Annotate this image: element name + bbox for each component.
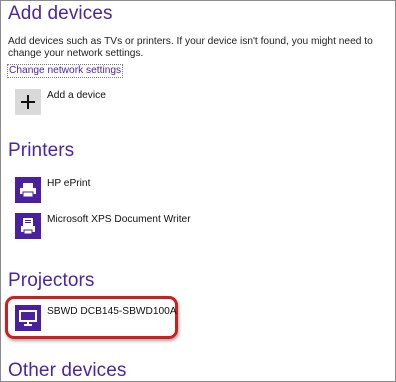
- add-devices-heading: Add devices: [8, 3, 113, 24]
- printer-label: Microsoft XPS Document Writer: [47, 213, 191, 225]
- plus-icon: [15, 89, 41, 115]
- printer-label: HP ePrint: [47, 177, 91, 189]
- projector-item[interactable]: SBWD DCB145-SBWD100A: [15, 305, 177, 331]
- printer-icon: [15, 177, 41, 203]
- document-writer-icon: [15, 213, 41, 239]
- change-network-settings-link[interactable]: Change network settings: [7, 64, 124, 78]
- add-device-button[interactable]: Add a device: [15, 89, 106, 115]
- other-devices-heading: Other devices: [8, 360, 127, 381]
- printer-item-xps-writer[interactable]: Microsoft XPS Document Writer: [15, 213, 191, 239]
- add-devices-description: Add devices such as TVs or printers. If …: [8, 36, 373, 59]
- add-device-label: Add a device: [47, 89, 106, 101]
- monitor-icon: [15, 305, 41, 331]
- projector-label: SBWD DCB145-SBWD100A: [47, 305, 177, 317]
- projectors-heading: Projectors: [8, 270, 95, 291]
- printer-item-hp-eprint[interactable]: HP ePrint: [15, 177, 90, 203]
- printers-heading: Printers: [8, 140, 75, 161]
